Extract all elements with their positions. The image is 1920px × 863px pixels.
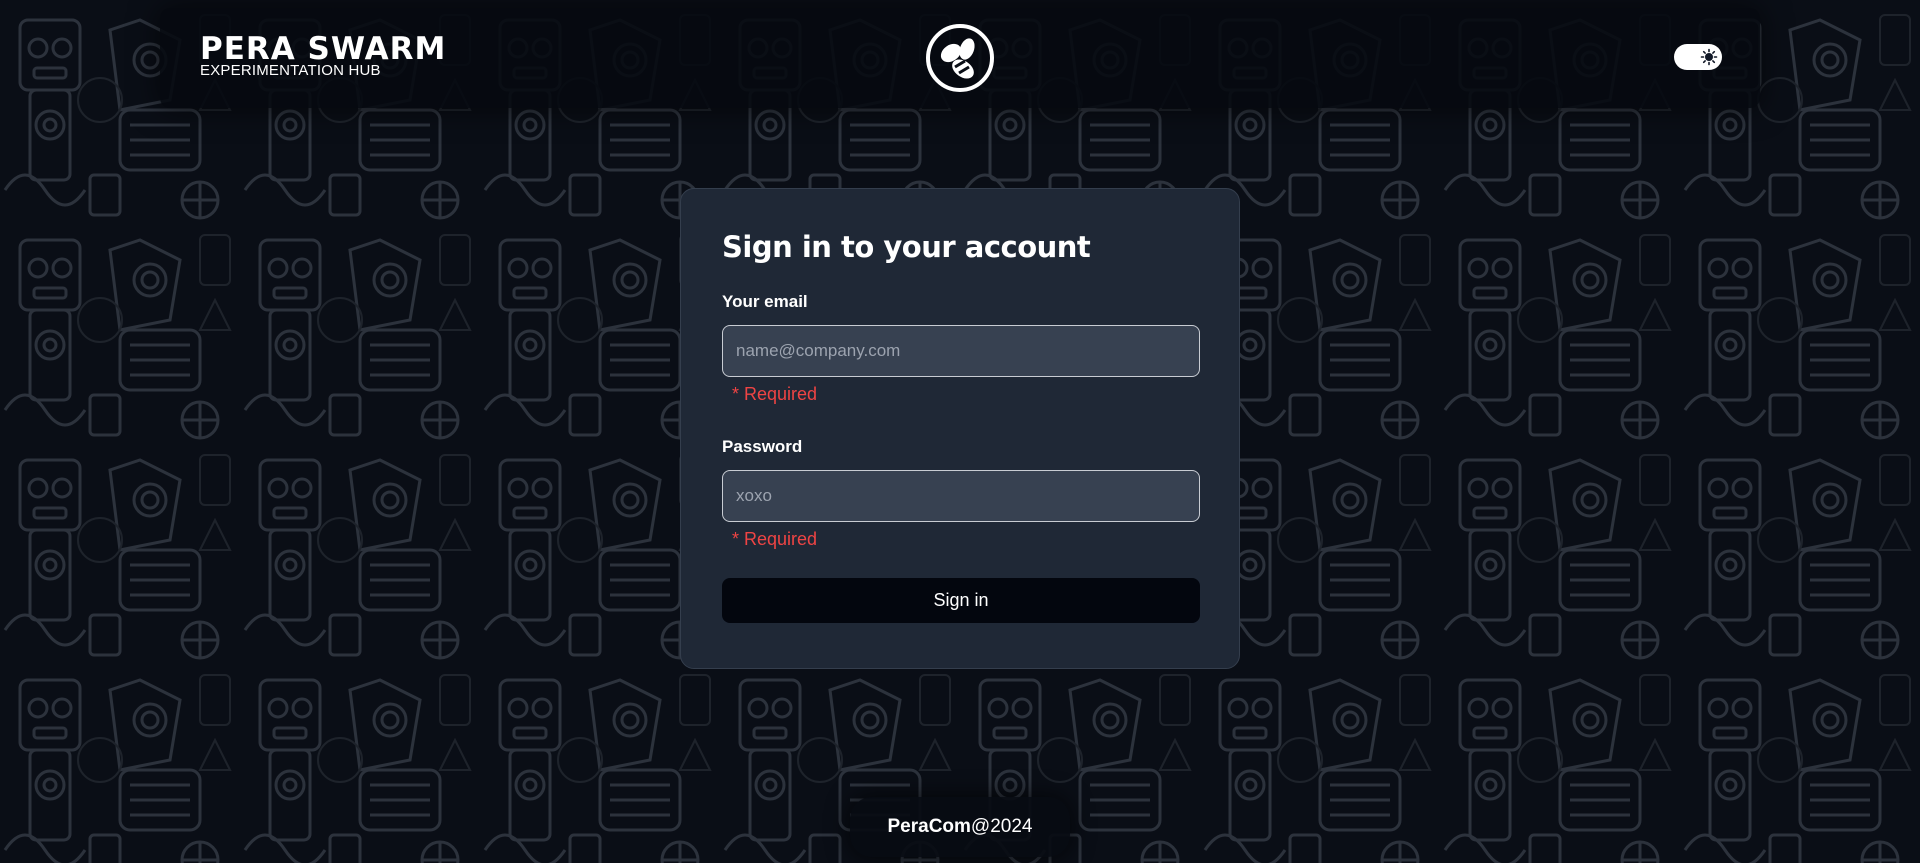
page: PERA SWARM EXPERIMENTATION HUB Sign in t… [0,0,1920,863]
signin-button[interactable]: Sign in [722,578,1200,623]
signin-card: Sign in to your account Your email * Req… [680,188,1240,669]
footer-brand: PeraCom [887,816,971,837]
email-field-group: Your email * Required [722,291,1200,406]
theme-toggle[interactable] [1674,44,1722,70]
email-input[interactable] [722,325,1200,377]
footer-badge: PeraCom@2024 [850,797,1070,857]
password-input[interactable] [722,470,1200,522]
password-label: Password [722,437,803,456]
password-required-error: * Required [732,529,818,549]
bee-icon[interactable] [925,23,995,93]
brand-logo[interactable]: PERA SWARM EXPERIMENTATION HUB [200,31,447,79]
email-label: Your email [722,292,808,311]
password-field-group: Password * Required [722,436,1200,551]
brand-title: PERA SWARM [200,31,447,67]
top-navbar: PERA SWARM EXPERIMENTATION HUB [160,8,1760,108]
footer-copyright-year: @2024 [970,816,1033,837]
sun-icon [1699,47,1719,67]
email-required-error: * Required [732,384,818,404]
signin-title: Sign in to your account [722,230,1091,264]
